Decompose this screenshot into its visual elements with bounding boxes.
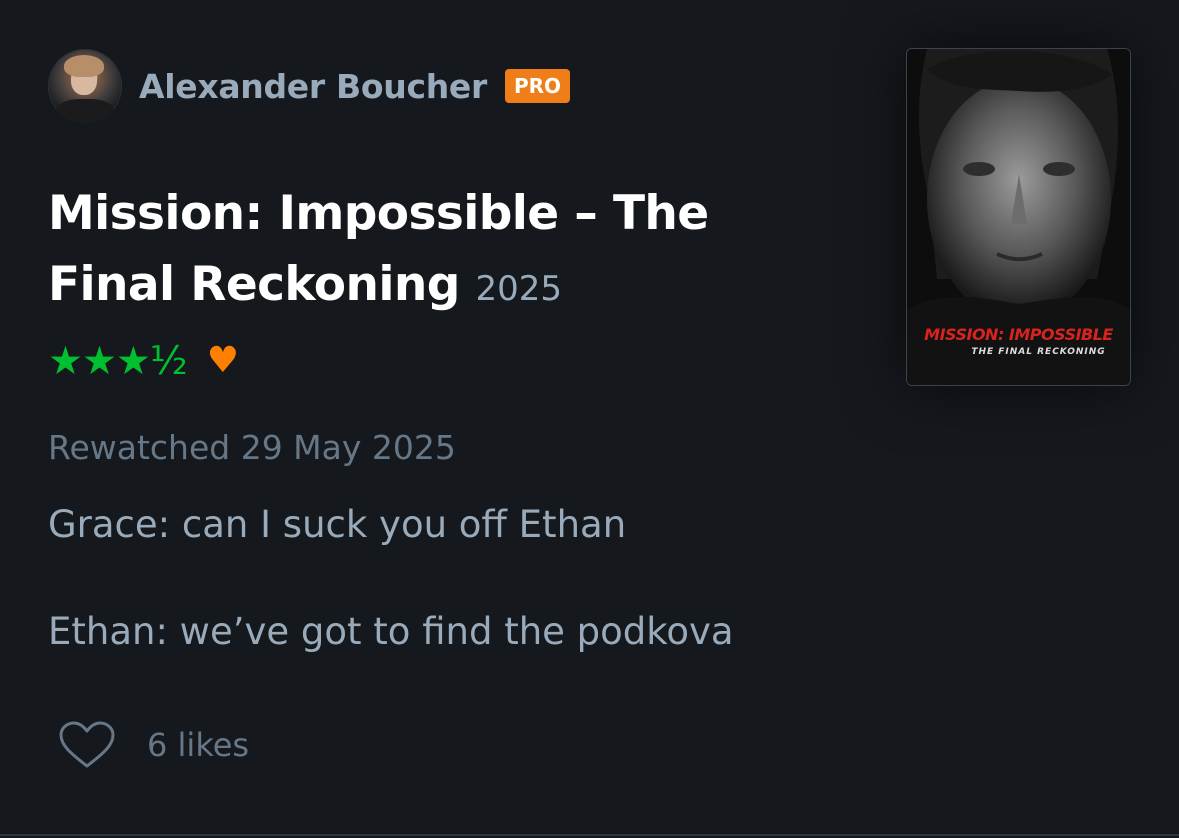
- pro-badge: PRO: [504, 69, 571, 103]
- bottom-divider: [0, 834, 1179, 836]
- film-poster[interactable]: MISSION: IMPOSSIBLE THE FINAL RECKONING: [906, 48, 1131, 386]
- review-header: Alexander Boucher PRO: [48, 48, 571, 124]
- review-card: Alexander Boucher PRO Mission: Impossibl…: [0, 0, 1179, 838]
- poster-subtitle: THE FINAL RECKONING: [971, 347, 1106, 357]
- film-title-block: Mission: Impossible – The Final Reckonin…: [48, 178, 848, 325]
- like-heart-icon[interactable]: [58, 720, 116, 770]
- liked-heart-icon: ♥: [206, 340, 239, 381]
- review-line: Grace: can I suck you off Ethan: [48, 503, 627, 546]
- review-body: Grace: can I suck you off Ethan Ethan: w…: [48, 500, 734, 657]
- watched-date: Rewatched 29 May 2025: [48, 428, 456, 467]
- avatar[interactable]: [48, 49, 122, 123]
- likes-row: 6 likes: [58, 720, 249, 770]
- review-line: Ethan: we’ve got to find the podkova: [48, 610, 734, 653]
- like-count[interactable]: 6 likes: [147, 726, 249, 764]
- rating-row: ★★★½ ♥: [48, 338, 239, 384]
- author-name[interactable]: Alexander Boucher: [139, 67, 487, 106]
- poster-title: MISSION: IMPOSSIBLE: [924, 325, 1113, 344]
- star-rating: ★★★½: [48, 338, 188, 384]
- film-title[interactable]: Mission: Impossible – The Final Reckonin…: [48, 186, 709, 312]
- film-year[interactable]: 2025: [476, 269, 563, 309]
